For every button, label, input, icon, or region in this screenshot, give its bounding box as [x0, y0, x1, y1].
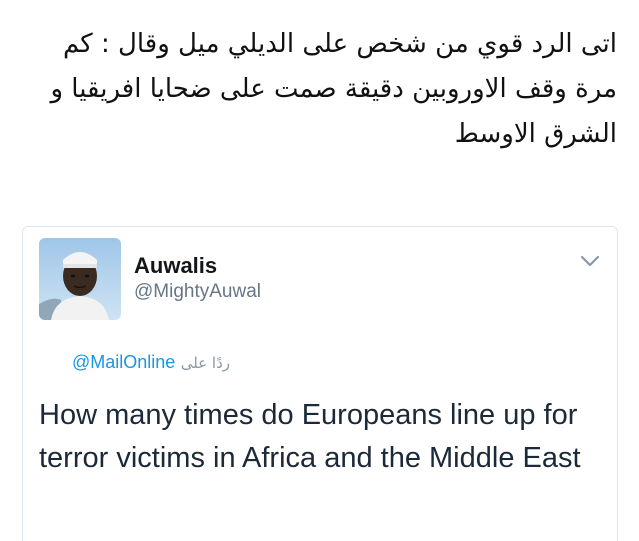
embedded-tweet-card[interactable]: Auwalis @MightyAuwal ردًا على @MailOnlin…	[22, 226, 618, 541]
reply-label: ردًا على	[180, 354, 230, 372]
tweet-text: How many times do Europeans line up for …	[39, 399, 581, 474]
screenshot-page: اتى الرد قوي من شخص على الديلي ميل وقال …	[0, 0, 639, 541]
avatar-image	[39, 238, 121, 320]
reply-mention-link[interactable]: @MailOnline	[72, 352, 175, 372]
chevron-down-icon[interactable]	[579, 253, 601, 269]
user-avatar[interactable]	[39, 238, 121, 320]
display-name[interactable]: Auwalis	[134, 253, 217, 279]
reply-context: ردًا على @MailOnline	[23, 351, 230, 374]
arabic-caption: اتى الرد قوي من شخص على الديلي ميل وقال …	[50, 29, 617, 149]
user-handle[interactable]: @MightyAuwal	[134, 281, 261, 303]
